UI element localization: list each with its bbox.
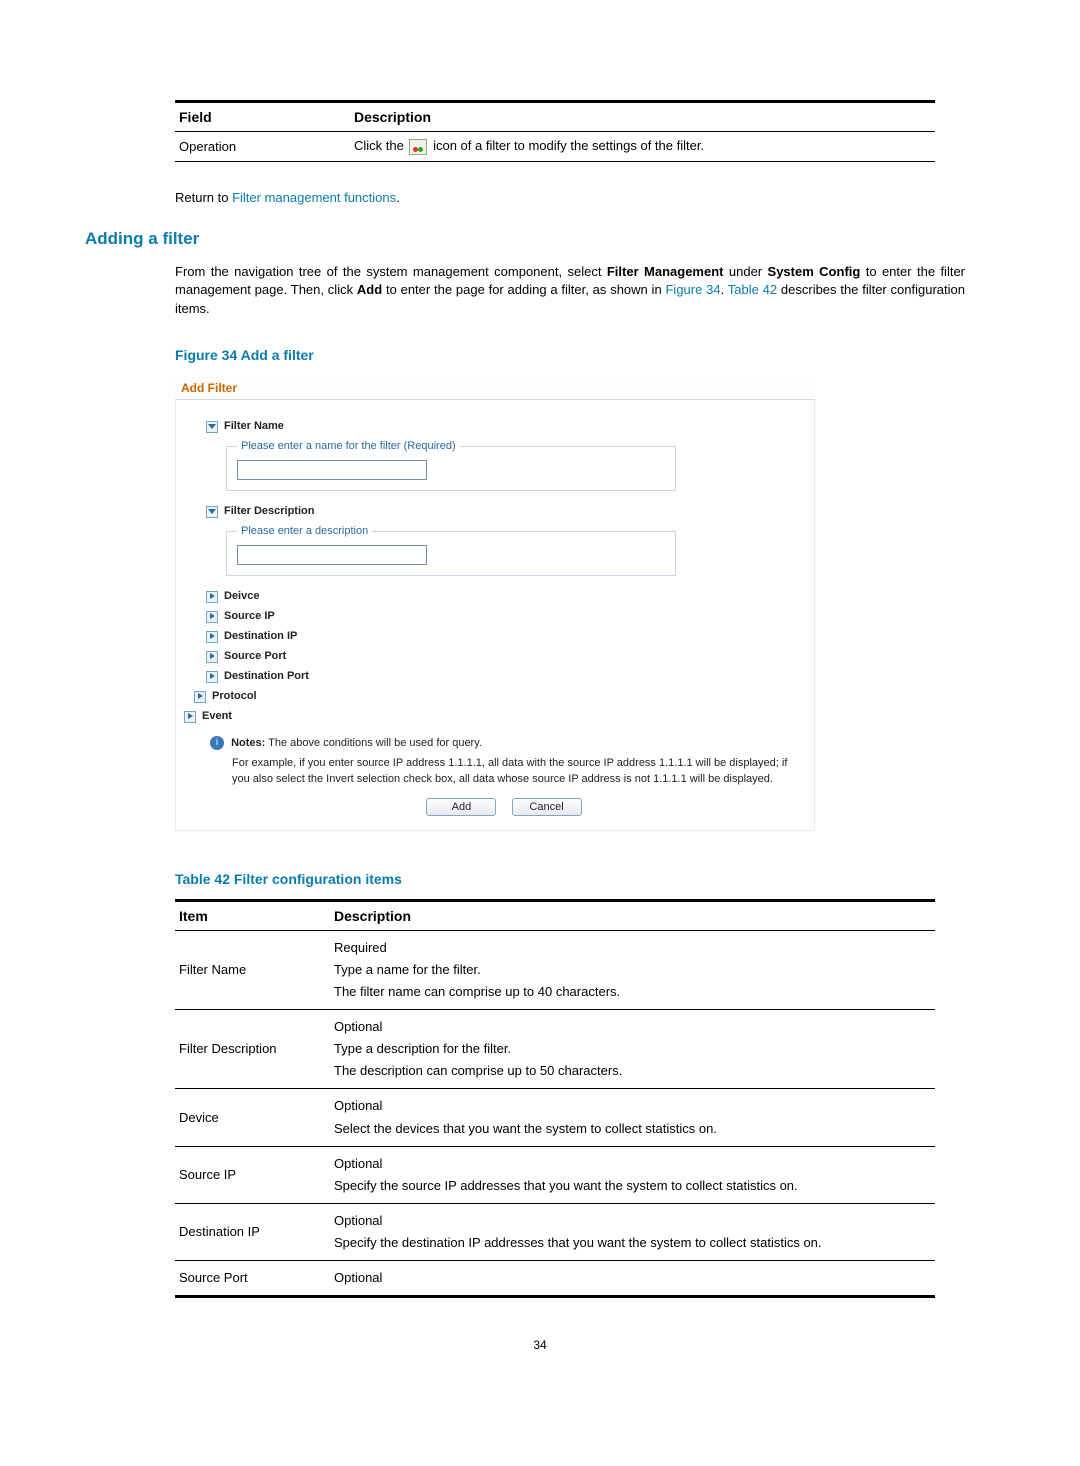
cell-description: OptionalType a description for the filte… — [330, 1010, 935, 1089]
notes-block: i Notes: The above conditions will be us… — [210, 736, 804, 788]
form-title: Add Filter — [175, 377, 815, 400]
legend-filter-name: Please enter a name for the filter (Requ… — [237, 440, 460, 452]
cell-description: OptionalSpecify the destination IP addre… — [330, 1203, 935, 1260]
row-destination-port[interactable]: Destination Port — [204, 666, 804, 686]
notes-example: For example, if you enter source IP addr… — [232, 756, 804, 788]
col-item: Item — [175, 900, 330, 930]
label-event: Event — [202, 710, 232, 722]
row-source-ip[interactable]: Source IP — [204, 606, 804, 626]
expand-right-icon — [192, 689, 206, 703]
table-row: Filter DescriptionOptionalType a descrip… — [175, 1010, 935, 1089]
cell-item: Source Port — [175, 1261, 330, 1297]
cell-field: Operation — [175, 132, 350, 162]
col-field: Field — [175, 102, 350, 132]
label-protocol: Protocol — [212, 690, 257, 702]
legend-filter-description: Please enter a description — [237, 525, 372, 537]
section-heading: Adding a filter — [85, 229, 965, 249]
field-description-table: Field Description Operation Click the ic… — [175, 100, 935, 162]
cell-description: OptionalSpecify the source IP addresses … — [330, 1146, 935, 1203]
filter-config-table: Item Description Filter NameRequiredType… — [175, 899, 935, 1298]
b: Add — [357, 282, 382, 297]
row-device[interactable]: Deivce — [204, 586, 804, 606]
label-source-port: Source Port — [224, 650, 286, 662]
cell-description: RequiredType a name for the filter.The f… — [330, 930, 935, 1009]
figure-link[interactable]: Figure 34 — [665, 282, 720, 297]
modify-filter-icon — [409, 139, 427, 155]
return-link[interactable]: Filter management functions — [232, 190, 396, 205]
b: System Config — [768, 264, 861, 279]
table-row: DeviceOptionalSelect the devices that yo… — [175, 1089, 935, 1146]
row-filter-description[interactable]: Filter Description — [204, 501, 804, 521]
info-icon: i — [210, 736, 224, 750]
t: From the navigation tree of the system m… — [175, 264, 607, 279]
expand-right-icon — [204, 649, 218, 663]
row-protocol[interactable]: Protocol — [192, 686, 804, 706]
row-filter-name[interactable]: Filter Name — [204, 416, 804, 436]
table-label: Table 42 Filter configuration items — [175, 871, 965, 887]
t: to enter the page for adding a filter, a… — [382, 282, 665, 297]
row-destination-ip[interactable]: Destination IP — [204, 626, 804, 646]
add-button[interactable]: Add — [426, 798, 496, 816]
page: Field Description Operation Click the ic… — [0, 0, 1080, 1392]
row-source-port[interactable]: Source Port — [204, 646, 804, 666]
cancel-button[interactable]: Cancel — [512, 798, 582, 816]
intro-paragraph: From the navigation tree of the system m… — [175, 263, 965, 320]
desc-after: icon of a filter to modify the settings … — [433, 138, 704, 153]
label-filter-name: Filter Name — [224, 420, 284, 432]
cell-description: OptionalSelect the devices that you want… — [330, 1089, 935, 1146]
table-link[interactable]: Table 42 — [728, 282, 777, 297]
cell-description: Optional — [330, 1261, 935, 1297]
return-prefix: Return to — [175, 190, 232, 205]
cell-item: Filter Name — [175, 930, 330, 1009]
table-row: Destination IPOptionalSpecify the destin… — [175, 1203, 935, 1260]
fieldset-filter-description: Please enter a description — [226, 525, 676, 576]
notes-heading-rest: The above conditions will be used for qu… — [268, 737, 482, 749]
expand-right-icon — [204, 589, 218, 603]
expand-down-icon — [204, 504, 218, 518]
expand-right-icon — [204, 669, 218, 683]
desc-before: Click the — [354, 138, 407, 153]
button-row: Add Cancel — [204, 798, 804, 816]
figure-label: Figure 34 Add a filter — [175, 347, 965, 363]
add-filter-form: Add Filter Filter Name Please enter a na… — [175, 377, 815, 831]
cell-item: Destination IP — [175, 1203, 330, 1260]
label-destination-ip: Destination IP — [224, 630, 297, 642]
fieldset-filter-name: Please enter a name for the filter (Requ… — [226, 440, 676, 491]
expand-down-icon — [204, 419, 218, 433]
expand-right-icon — [204, 609, 218, 623]
input-filter-name[interactable] — [237, 460, 427, 480]
table-row: Source PortOptional — [175, 1261, 935, 1297]
input-filter-description[interactable] — [237, 545, 427, 565]
cell-item: Source IP — [175, 1146, 330, 1203]
expand-right-icon — [182, 709, 196, 723]
form-body: Filter Name Please enter a name for the … — [175, 400, 815, 831]
page-number: 34 — [115, 1338, 965, 1352]
label-device: Deivce — [224, 590, 259, 602]
return-suffix: . — [396, 190, 400, 205]
label-filter-description: Filter Description — [224, 505, 314, 517]
row-event[interactable]: Event — [182, 706, 804, 726]
return-line: Return to Filter management functions. — [175, 190, 965, 205]
b: Filter Management — [607, 264, 724, 279]
table-row: Filter NameRequiredType a name for the f… — [175, 930, 935, 1009]
col-description: Description — [330, 900, 935, 930]
cell-description: Click the icon of a filter to modify the… — [350, 132, 935, 162]
label-destination-port: Destination Port — [224, 670, 309, 682]
cell-item: Filter Description — [175, 1010, 330, 1089]
table-row: Source IPOptionalSpecify the source IP a… — [175, 1146, 935, 1203]
notes-heading: Notes: — [231, 737, 265, 749]
t: . — [721, 282, 728, 297]
cell-item: Device — [175, 1089, 330, 1146]
label-source-ip: Source IP — [224, 610, 275, 622]
t: under — [723, 264, 767, 279]
expand-right-icon — [204, 629, 218, 643]
col-description: Description — [350, 102, 935, 132]
